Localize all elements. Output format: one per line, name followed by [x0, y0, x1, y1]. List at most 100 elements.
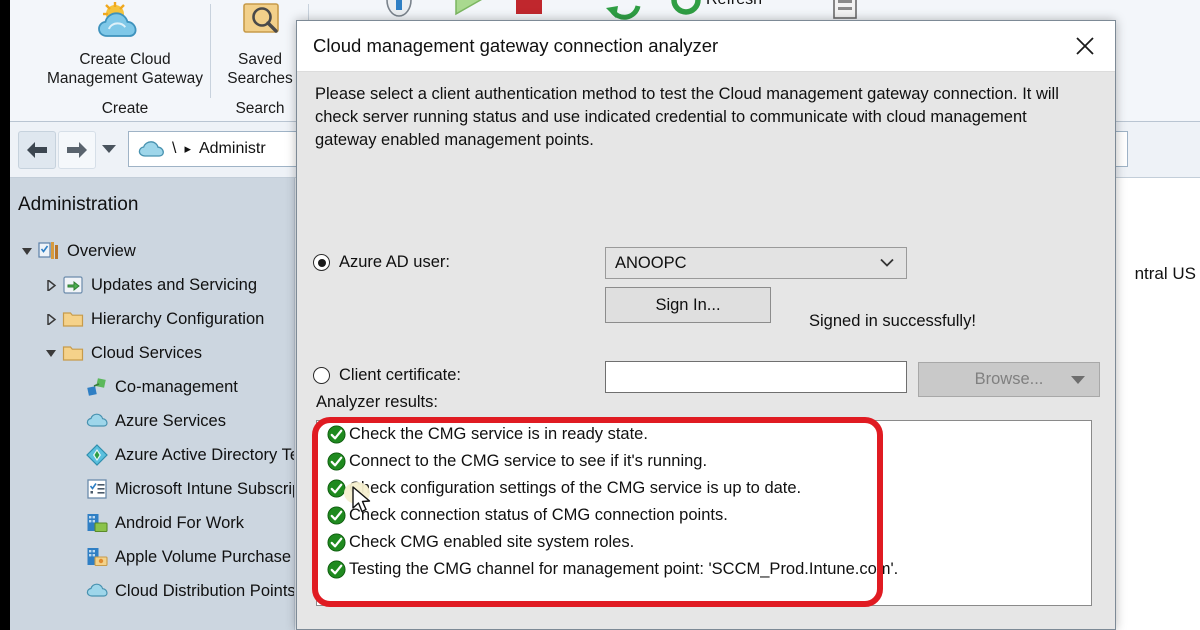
chevron-down-icon — [880, 258, 894, 267]
close-icon[interactable] — [1063, 27, 1107, 65]
region-cell: ntral US — [1134, 264, 1196, 284]
dialog-title: Cloud management gateway connection anal… — [313, 35, 719, 56]
refresh-button[interactable]: Refresh — [670, 0, 762, 16]
create-cmg-label-line2: Management Gateway — [47, 70, 203, 87]
sidebar-item-label: Apple Volume Purchase Pro — [115, 547, 322, 566]
sidebar-item-updates-and-servicing[interactable]: Updates and Servicing — [10, 268, 302, 302]
create-cmg-label: Create Cloud Management Gateway — [47, 50, 203, 88]
cloud-create-icon — [93, 0, 157, 46]
sidebar-item-apple-volume-purchase-pro[interactable]: Apple Volume Purchase Pro — [10, 540, 321, 574]
sidebar-item-co-management[interactable]: Co-management — [10, 370, 302, 404]
sidebar-item-label: Hierarchy Configuration — [91, 309, 265, 328]
sidebar-item-label: Azure Active Directory Tena — [115, 445, 318, 464]
analyzer-result-text: Testing the CMG channel for management p… — [349, 560, 899, 578]
mouse-cursor-icon — [352, 486, 371, 513]
updates-icon — [63, 276, 83, 294]
browse-button: Browse... — [918, 362, 1100, 397]
ribbon-group-search-title: Search — [235, 100, 285, 117]
azure-ad-user-radio-row[interactable]: Azure AD user: — [313, 253, 450, 272]
browse-label: Browse... — [974, 370, 1044, 388]
analyzer-result-row[interactable]: Check CMG enabled site system roles. — [317, 529, 1091, 556]
application-window: Create Cloud Management Gateway Create S… — [0, 0, 1200, 630]
pane-title: Administration — [18, 194, 139, 215]
sidebar-item-cloud-services[interactable]: Cloud Services — [10, 336, 302, 370]
saved-searches-button[interactable]: Saved Searches — [215, 0, 305, 88]
intune-icon — [87, 479, 107, 499]
analyzer-result-row[interactable]: Connect to the CMG service to see if it'… — [317, 448, 1091, 475]
success-check-icon — [327, 506, 346, 525]
analyzer-result-text: Check configuration settings of the CMG … — [349, 479, 802, 497]
sidebar-item-label: Updates and Servicing — [91, 275, 258, 294]
ribbon-group-create-title: Create — [101, 100, 149, 117]
client-certificate-input[interactable] — [605, 361, 907, 393]
azure-ad-user-value: ANOOPC — [615, 253, 687, 272]
analyzer-result-row[interactable]: Check the CMG service is in ready state. — [317, 421, 1091, 448]
breadcrumb-separator: \ — [172, 140, 177, 157]
sidebar-item-overview[interactable]: Overview — [10, 234, 302, 268]
analyzer-result-row[interactable]: Check connection status of CMG connectio… — [317, 502, 1091, 529]
arrow-right-icon — [67, 142, 87, 158]
forward-button[interactable] — [58, 131, 96, 169]
sidebar-item-label: Azure Services — [115, 411, 226, 430]
sidebar-item-azure-services[interactable]: Azure Services — [10, 404, 302, 438]
chevron-down-icon — [102, 144, 116, 153]
sidebar-item-label: Android For Work — [115, 513, 244, 532]
navigation-tree: Overview Updates and Servicing Hierarchy C… — [10, 234, 321, 608]
sidebar-item-label: Cloud Services — [91, 343, 202, 362]
sign-in-label: Sign In... — [655, 295, 721, 314]
refresh-icon — [671, 0, 701, 15]
tree-twisty-collapsed-icon[interactable] — [44, 312, 58, 326]
sidebar-item-label: Cloud Distribution Points — [115, 581, 296, 600]
saved-searches-label: Saved Searches — [227, 50, 292, 88]
saved-search-icon — [234, 0, 286, 46]
triangle-down-icon — [1071, 375, 1085, 384]
back-button[interactable] — [18, 131, 56, 169]
cloud-icon — [86, 413, 108, 427]
android-work-icon — [87, 514, 108, 533]
client-certificate-label: Client certificate: — [339, 366, 461, 384]
create-cloud-management-gateway-button[interactable]: Create Cloud Management Gateway — [30, 0, 220, 88]
client-certificate-radio-row[interactable]: Client certificate: — [313, 366, 461, 385]
success-check-icon — [327, 560, 346, 579]
overview-icon — [38, 242, 58, 259]
sign-in-status: Signed in successfully! — [809, 312, 976, 330]
analyzer-results-list[interactable]: Check the CMG service is in ready state.… — [316, 420, 1092, 606]
tree-twisty-spacer — [68, 380, 82, 394]
ribbon-separator-1 — [210, 4, 211, 98]
dialog-title-bar: Cloud management gateway connection anal… — [297, 21, 1115, 72]
sidebar-item-label: Co-management — [115, 377, 238, 396]
sidebar-item-cloud-distribution-points[interactable]: Cloud Distribution Points — [10, 574, 302, 608]
azure-ad-user-combobox[interactable]: ANOOPC — [605, 247, 907, 279]
analyzer-result-row[interactable]: Check configuration settings of the CMG … — [317, 475, 1091, 502]
success-check-icon — [327, 425, 346, 444]
success-check-icon — [327, 452, 346, 471]
analyzer-result-text: Check CMG enabled site system roles. — [349, 533, 635, 551]
folder-icon — [62, 346, 84, 361]
analyzer-result-text: Check the CMG service is in ready state. — [349, 425, 648, 443]
analyzer-result-text: Check connection status of CMG connectio… — [349, 506, 728, 524]
history-dropdown-button[interactable] — [98, 131, 120, 167]
navigation-pane: Administration Overview Updates and Servi… — [10, 178, 321, 630]
sign-in-button[interactable]: Sign In... — [605, 287, 771, 323]
apple-vpp-icon — [87, 548, 108, 567]
azure-ad-user-radio[interactable] — [313, 254, 330, 271]
tree-twisty-collapsed-icon[interactable] — [44, 278, 58, 292]
breadcrumb-chevron-icon[interactable]: ▸ — [184, 141, 191, 157]
analyzer-result-row[interactable]: Testing the CMG channel for management p… — [317, 556, 1091, 583]
sidebar-item-microsoft-intune-subscripti[interactable]: Microsoft Intune Subscripti — [10, 472, 309, 506]
sidebar-item-azure-active-directory-tena[interactable]: Azure Active Directory Tena — [10, 438, 317, 472]
azure-ad-user-label: Azure AD user: — [339, 253, 450, 271]
refresh-label: Refresh — [706, 0, 762, 9]
tree-twisty-spacer — [68, 482, 82, 496]
tree-twisty-expanded-icon[interactable] — [44, 346, 58, 360]
sidebar-item-android-for-work[interactable]: Android For Work — [10, 506, 302, 540]
arrow-left-icon — [27, 142, 47, 158]
sidebar-item-hierarchy-configuration[interactable]: Hierarchy Configuration — [10, 302, 302, 336]
breadcrumb-path: Administr — [198, 140, 266, 157]
tree-twisty-expanded-icon[interactable] — [20, 244, 34, 258]
tree-twisty-spacer — [68, 550, 82, 564]
dialog-description: Please select a client authentication me… — [315, 85, 1059, 149]
client-certificate-radio[interactable] — [313, 367, 330, 384]
ribbon-group-search: Saved Searches Search — [215, 0, 305, 122]
tree-twisty-spacer — [68, 448, 82, 462]
